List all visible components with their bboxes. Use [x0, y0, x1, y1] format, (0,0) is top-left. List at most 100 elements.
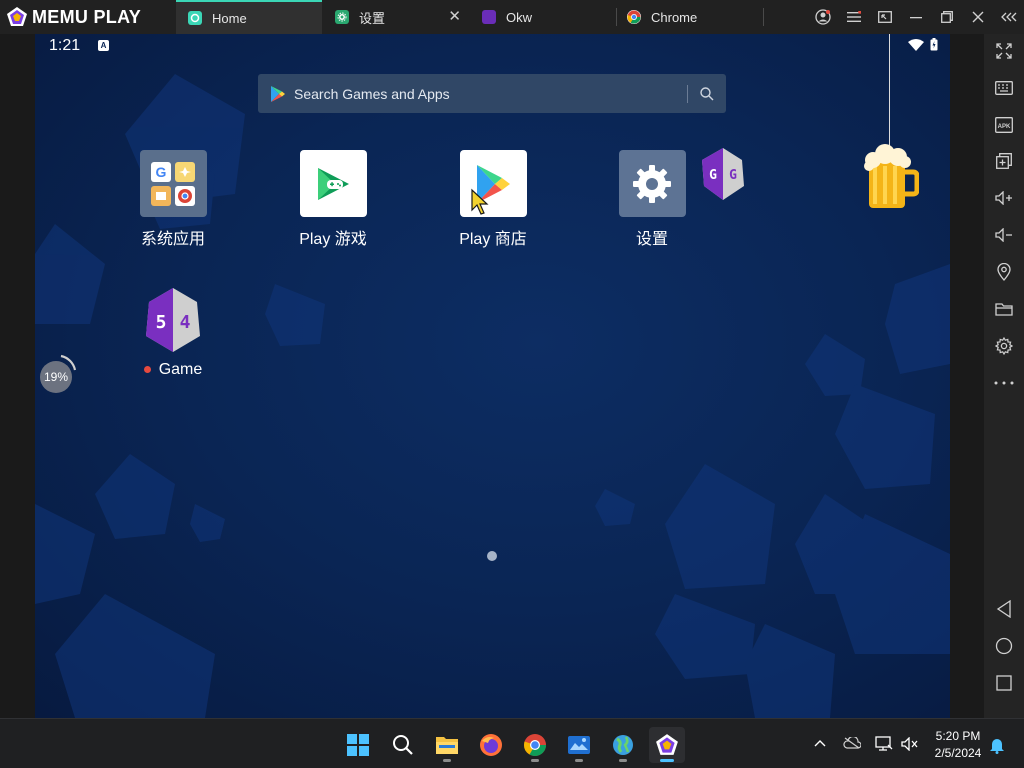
account-button[interactable]	[807, 0, 838, 34]
chevron-up-icon[interactable]	[814, 739, 826, 747]
app-label: 设置	[635, 231, 668, 248]
recents-button[interactable]	[984, 670, 1024, 696]
game-guardian-floating-icon[interactable]: G G	[700, 146, 746, 202]
search-divider	[687, 85, 688, 103]
windows-taskbar: 5:20 PM 2/5/2024	[0, 718, 1024, 768]
volume-up-icon	[995, 191, 1012, 205]
app-settings[interactable]: 设置	[607, 150, 697, 249]
more-button[interactable]	[984, 370, 1024, 396]
location-pin-icon	[997, 263, 1011, 281]
tab-home[interactable]: Home	[176, 0, 322, 34]
new-install-dot	[143, 366, 151, 374]
floating-percent-badge[interactable]: 19%	[40, 361, 72, 393]
beer-mug-icon[interactable]	[863, 144, 919, 210]
tab-settings-label: 设置	[359, 10, 386, 26]
back-button[interactable]	[984, 596, 1024, 622]
svg-text:APK: APK	[998, 124, 1011, 130]
firefox-icon	[480, 734, 502, 756]
chrome-button[interactable]	[517, 727, 553, 763]
taskbar-date[interactable]: 2/5/2024	[928, 746, 988, 760]
speaker-muted-icon[interactable]	[901, 737, 919, 751]
firefox-button[interactable]	[473, 727, 509, 763]
onedrive-icon[interactable]	[843, 737, 861, 749]
chrome-tab-icon	[627, 10, 641, 24]
game-guardian-icon: 5 4	[140, 286, 207, 353]
svg-text:4: 4	[180, 312, 191, 333]
folder-icon	[995, 303, 1013, 316]
pip-icon	[877, 11, 892, 23]
volume-up-button[interactable]	[984, 185, 1024, 211]
play-store-icon	[459, 150, 527, 217]
tab-settings[interactable]: 设置 ✕	[323, 0, 469, 34]
back-triangle-icon	[996, 600, 1011, 618]
minimize-button[interactable]	[900, 0, 931, 34]
app-play-store[interactable]: Play 商店	[448, 150, 538, 249]
app-label: Game	[128, 361, 218, 379]
tab-chrome-label: Chrome	[651, 9, 698, 25]
fullscreen-button[interactable]	[984, 38, 1024, 64]
okw-tab-icon	[482, 10, 496, 24]
search-placeholder: Search Games and Apps	[294, 85, 450, 102]
app-label: Play 商店	[459, 231, 527, 248]
file-explorer-icon	[436, 737, 458, 754]
svg-text:G: G	[709, 168, 717, 183]
home-tab-icon	[188, 11, 202, 25]
app-system-apps[interactable]: G 系统应用	[128, 150, 218, 249]
svg-text:5: 5	[156, 312, 167, 333]
apk-button[interactable]: APK	[984, 112, 1024, 138]
restore-button[interactable]	[931, 0, 962, 34]
window-controls	[807, 0, 1024, 34]
android-home-screen[interactable]: 1:21 A Search Games and Apps G 系统应用 Play…	[35, 34, 950, 718]
tab-chrome[interactable]: Chrome	[617, 0, 763, 34]
hanging-string	[889, 34, 890, 148]
tab-home-label: Home	[212, 10, 247, 26]
settings-button[interactable]	[984, 333, 1024, 359]
volume-down-icon	[995, 228, 1012, 242]
photos-icon	[568, 736, 590, 754]
play-games-icon	[299, 150, 367, 217]
search-bar[interactable]: Search Games and Apps	[258, 74, 726, 113]
search-taskbar-button[interactable]	[385, 727, 421, 763]
memu-taskbar-button[interactable]	[649, 727, 685, 763]
globe-icon	[613, 735, 633, 755]
picture-in-picture-button[interactable]	[869, 0, 900, 34]
tab-separator	[763, 8, 764, 26]
taskbar-clock[interactable]: 5:20 PM	[928, 729, 988, 743]
globe-app-button[interactable]	[605, 727, 641, 763]
brand: MEMU PLAY	[0, 0, 174, 34]
memu-toolbar: APK	[984, 34, 1024, 718]
svg-text:G: G	[729, 168, 737, 183]
wifi-icon	[908, 38, 924, 51]
tab-okw[interactable]: Okw	[470, 0, 616, 34]
chrome-icon	[524, 734, 546, 756]
app-label: 系统应用	[140, 231, 205, 248]
home-button[interactable]	[984, 633, 1024, 659]
tab-close-icon[interactable]: ✕	[448, 9, 461, 24]
app-play-games[interactable]: Play 游戏	[288, 150, 378, 249]
file-explorer-button[interactable]	[429, 727, 465, 763]
memu-logo-icon	[7, 7, 27, 26]
network-icon[interactable]	[875, 736, 893, 752]
menu-button[interactable]	[838, 0, 869, 34]
collapse-sidebar-button[interactable]	[993, 0, 1024, 34]
volume-down-button[interactable]	[984, 222, 1024, 248]
settings-tab-icon	[335, 10, 349, 24]
close-button[interactable]	[962, 0, 993, 34]
status-indicator: A	[98, 40, 109, 51]
gear-icon	[995, 337, 1013, 355]
multi-instance-button[interactable]	[984, 148, 1024, 174]
app-label: Play 游戏	[299, 231, 367, 248]
search-icon[interactable]	[698, 85, 716, 103]
add-window-icon	[996, 153, 1012, 169]
keyboard-button[interactable]	[984, 75, 1024, 101]
start-button[interactable]	[340, 727, 376, 763]
recents-square-icon	[996, 675, 1012, 691]
more-horizontal-icon	[994, 381, 1014, 385]
restore-icon	[940, 11, 953, 23]
notification-bell-icon[interactable]	[989, 736, 1005, 754]
photos-button[interactable]	[561, 727, 597, 763]
app-game[interactable]: 5 4 Game	[128, 286, 218, 379]
shared-folder-button[interactable]	[984, 296, 1024, 322]
location-button[interactable]	[984, 259, 1024, 285]
memu-logo-icon	[656, 734, 678, 755]
